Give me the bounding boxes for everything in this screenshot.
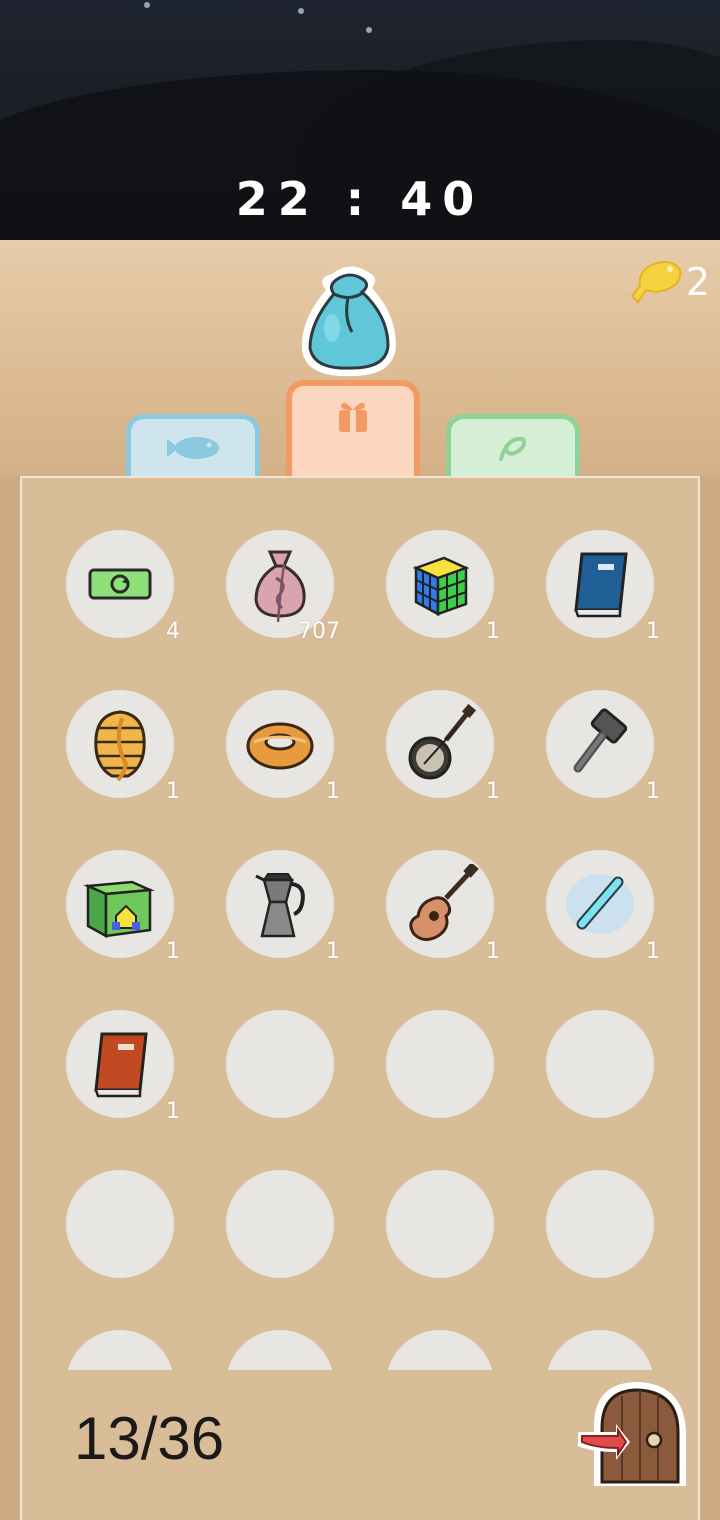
star <box>144 2 150 8</box>
banjo-icon <box>408 704 477 780</box>
inventory-slot[interactable]: 1 <box>66 850 180 964</box>
ticket-refresh-icon <box>88 568 152 600</box>
item-count: 1 <box>486 939 500 964</box>
gift-box-icon <box>339 402 367 432</box>
inventory-slot[interactable]: 1 <box>386 530 500 644</box>
empty-inventory-slot[interactable] <box>386 1010 494 1118</box>
inventory-bag-icon <box>301 266 396 377</box>
inventory-slot[interactable]: 707 <box>226 530 340 644</box>
empty-inventory-slot[interactable] <box>66 1330 174 1370</box>
tab-plants[interactable] <box>446 414 580 476</box>
rubiks-cube-icon <box>412 556 470 617</box>
currency-value: 2 <box>685 260 710 304</box>
item-count: 1 <box>646 779 660 804</box>
wood-frame-left <box>0 476 20 1520</box>
empty-inventory-slot[interactable] <box>386 1170 494 1278</box>
inventory-slot[interactable]: 1 <box>226 690 340 804</box>
empty-inventory-slot[interactable] <box>226 1010 334 1118</box>
fish-coin-icon <box>630 261 682 304</box>
inventory-slot[interactable]: 1 <box>546 850 660 964</box>
inventory-slot[interactable]: 1 <box>226 850 340 964</box>
wood-frame-right <box>700 476 720 1520</box>
night-sky-background: 22 : 40 <box>0 0 720 240</box>
inventory-slot[interactable]: 1 <box>66 690 180 804</box>
item-count: 1 <box>166 779 180 804</box>
guitar-icon <box>409 864 479 941</box>
fish-icon <box>167 436 219 459</box>
item-count: 1 <box>166 939 180 964</box>
money-bag-icon <box>254 550 306 623</box>
green-box-icon <box>83 880 155 939</box>
leaf-icon <box>499 436 526 461</box>
red-book-icon <box>94 1032 148 1098</box>
star <box>366 27 372 33</box>
empty-inventory-slot[interactable] <box>546 1170 654 1278</box>
star <box>298 8 304 14</box>
empty-inventory-slot[interactable] <box>226 1330 334 1370</box>
item-count: 1 <box>486 619 500 644</box>
item-count: 1 <box>646 619 660 644</box>
empty-inventory-slot[interactable] <box>546 1010 654 1118</box>
inventory-slot[interactable]: 1 <box>386 850 500 964</box>
empty-inventory-slot[interactable] <box>386 1330 494 1370</box>
donut-icon <box>246 722 314 770</box>
glow-stick-icon <box>566 874 634 934</box>
inventory-slot[interactable]: 1 <box>386 690 500 804</box>
item-count: 707 <box>298 619 340 644</box>
item-count: 1 <box>326 939 340 964</box>
inventory-slot[interactable]: 1 <box>546 690 660 804</box>
currency-display: 2 <box>626 256 710 308</box>
item-count: 1 <box>486 779 500 804</box>
item-count: 1 <box>646 939 660 964</box>
inventory-capacity: 13/36 <box>74 1405 225 1472</box>
inventory-grid[interactable]: 4 707 1 1 1 1 1 1 1 1 1 1 1 <box>40 510 680 1370</box>
exit-door-icon[interactable] <box>572 1376 696 1488</box>
game-clock: 22 : 40 <box>235 172 485 226</box>
blue-book-icon <box>574 552 628 618</box>
empty-inventory-slot[interactable] <box>226 1170 334 1278</box>
inventory-slot[interactable]: 4 <box>66 530 180 644</box>
tab-fish[interactable] <box>126 414 260 476</box>
empty-inventory-slot[interactable] <box>546 1330 654 1370</box>
moka-pot-icon <box>255 873 305 938</box>
item-count: 1 <box>166 1099 180 1124</box>
tab-items[interactable] <box>286 380 420 476</box>
empty-inventory-slot[interactable] <box>66 1170 174 1278</box>
item-count: 4 <box>166 619 180 644</box>
inventory-slot[interactable]: 1 <box>66 1010 180 1124</box>
inventory-slot[interactable]: 1 <box>546 530 660 644</box>
hammer-icon <box>573 708 628 773</box>
item-count: 1 <box>326 779 340 804</box>
beehive-icon <box>94 710 146 782</box>
